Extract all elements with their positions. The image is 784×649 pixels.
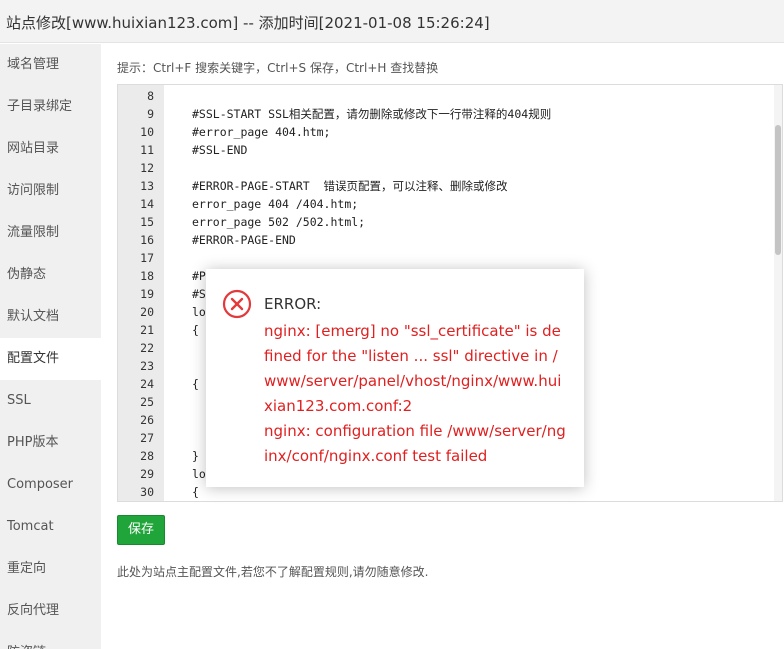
code-line: 12: [118, 159, 782, 177]
sidebar-item[interactable]: PHP版本: [0, 422, 101, 464]
config-note: 此处为站点主配置文件,若您不了解配置规则,请勿随意修改.: [117, 565, 429, 579]
error-title: ERROR:: [264, 295, 322, 313]
line-number: 30: [140, 485, 154, 499]
code-text: expires 12h;: [192, 501, 337, 502]
window-titlebar: 站点修改[www.huixian123.com] -- 添加时间[2021-01…: [0, 0, 784, 43]
code-line: 10 #error_page 404.htm;: [118, 123, 782, 141]
line-number: 13: [140, 179, 154, 193]
code-text: #SSL-START SSL相关配置，请勿删除或修改下一行带注释的404规则: [192, 107, 552, 121]
line-number: 23: [140, 359, 154, 373]
code-line: 9 #SSL-START SSL相关配置，请勿删除或修改下一行带注释的404规则: [118, 105, 782, 123]
code-text: }: [192, 449, 199, 463]
sidebar: 域名管理 子目录绑定 网站目录 访问限制 流量限制 伪静态 默认文档 配置文件 SSL PHP版本…: [0, 44, 101, 649]
code-text: {: [192, 323, 199, 337]
code-text: lo: [192, 467, 206, 481]
code-line: 17: [118, 249, 782, 267]
editor-hint: 提示：Ctrl+F 搜索关键字，Ctrl+S 保存，Ctrl+H 查找替换: [117, 61, 439, 75]
line-number: 19: [140, 287, 154, 301]
line-number: 28: [140, 449, 154, 463]
code-line: 16 #ERROR-PAGE-END: [118, 231, 782, 249]
sidebar-item[interactable]: 配置文件: [0, 338, 101, 380]
code-text: #ERROR-PAGE-END: [192, 233, 296, 247]
code-text: lo: [192, 305, 206, 319]
line-number: 16: [140, 233, 154, 247]
editor-scrollbar[interactable]: [774, 85, 782, 501]
code-text: #S: [192, 287, 206, 301]
sidebar-item[interactable]: 域名管理: [0, 44, 101, 86]
line-number: 29: [140, 467, 154, 481]
line-number: 17: [140, 251, 154, 265]
sidebar-item[interactable]: 访问限制: [0, 170, 101, 212]
window-title: 站点修改[www.huixian123.com] -- 添加时间[2021-01…: [6, 14, 490, 32]
code-text: {: [192, 485, 199, 499]
sidebar-item[interactable]: Composer: [0, 464, 101, 506]
error-circle-icon: [222, 289, 252, 319]
line-number: 20: [140, 305, 154, 319]
code-text: error_page 404 /404.htm;: [192, 197, 359, 211]
line-number: 10: [140, 125, 154, 139]
code-line: 11 #SSL-END: [118, 141, 782, 159]
line-number: 27: [140, 431, 154, 445]
line-number: 11: [140, 143, 154, 157]
line-number: 24: [140, 377, 154, 391]
line-number: 8: [147, 89, 154, 103]
sidebar-item[interactable]: 默认文档: [0, 296, 101, 338]
code-line: 15 error_page 502 /502.html;: [118, 213, 782, 231]
line-number: 25: [140, 395, 154, 409]
line-number: 26: [140, 413, 154, 427]
sidebar-item[interactable]: 反向代理: [0, 590, 101, 632]
sidebar-item[interactable]: SSL: [0, 380, 101, 422]
line-number: 22: [140, 341, 154, 355]
sidebar-item[interactable]: 防盗链: [0, 632, 101, 649]
code-text: #ERROR-PAGE-START 错误页配置，可以注释、删除或修改: [192, 179, 508, 193]
line-number: 31: [118, 501, 154, 502]
sidebar-item[interactable]: 网站目录: [0, 128, 101, 170]
line-number: 21: [140, 323, 154, 337]
line-number: 12: [140, 161, 154, 175]
error-dialog: ERROR: nginx: [emerg] no "ssl_certificat…: [206, 269, 584, 487]
error-message: nginx: [emerg] no "ssl_certificate" is d…: [264, 322, 566, 465]
line-number: 14: [140, 197, 154, 211]
line-number: 15: [140, 215, 154, 229]
code-line: 14 error_page 404 /404.htm;: [118, 195, 782, 213]
line-number: 18: [140, 269, 154, 283]
sidebar-item[interactable]: 伪静态: [0, 254, 101, 296]
sidebar-item[interactable]: 重定向: [0, 548, 101, 590]
code-text: error_page 502 /502.html;: [192, 215, 366, 229]
sidebar-item[interactable]: 流量限制: [0, 212, 101, 254]
code-line: 8: [118, 87, 782, 105]
code-text: #error_page 404.htm;: [192, 125, 331, 139]
code-text: #SSL-END: [192, 143, 248, 157]
editor-scrollbar-thumb[interactable]: [775, 125, 781, 255]
code-text: {: [192, 377, 199, 391]
code-line: 13 #ERROR-PAGE-START 错误页配置，可以注释、删除或修改: [118, 177, 782, 195]
code-line: 31 expires 12h;: [118, 501, 782, 502]
sidebar-item[interactable]: 子目录绑定: [0, 86, 101, 128]
sidebar-item[interactable]: Tomcat: [0, 506, 101, 548]
save-button[interactable]: 保存: [117, 515, 165, 545]
line-number: 9: [147, 107, 154, 121]
